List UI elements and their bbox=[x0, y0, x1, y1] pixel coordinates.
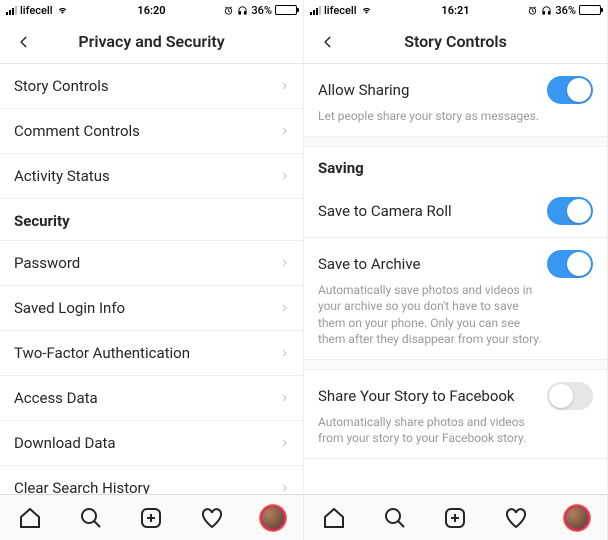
nav-home[interactable] bbox=[17, 505, 43, 531]
row-label: Activity Status bbox=[14, 167, 280, 185]
toggle-save-archive[interactable] bbox=[547, 250, 593, 278]
bottom-nav bbox=[304, 494, 607, 540]
settings-list: Allow Sharing Let people share your stor… bbox=[304, 64, 607, 494]
bottom-nav bbox=[0, 494, 303, 540]
row-subtitle: Let people share your story as messages. bbox=[318, 108, 593, 124]
chevron-right-icon bbox=[280, 481, 289, 494]
clock: 16:21 bbox=[304, 4, 607, 17]
row-label: Access Data bbox=[14, 389, 280, 407]
chevron-left-icon bbox=[321, 32, 335, 52]
row-save-archive: Save to Archive Automatically save photo… bbox=[304, 238, 607, 360]
row-allow-sharing: Allow Sharing Let people share your stor… bbox=[304, 64, 607, 137]
row-comment-controls[interactable]: Comment Controls bbox=[0, 109, 303, 154]
nav-add[interactable] bbox=[138, 505, 164, 531]
section-gap bbox=[304, 360, 607, 370]
battery-icon bbox=[275, 5, 297, 15]
nav-profile[interactable] bbox=[260, 505, 286, 531]
home-icon bbox=[18, 506, 42, 530]
row-label: Saved Login Info bbox=[14, 299, 280, 317]
screen-story-controls: lifecell 16:21 36% Story Controls Allow … bbox=[304, 0, 608, 540]
chevron-left-icon bbox=[17, 32, 31, 52]
row-saved-login[interactable]: Saved Login Info bbox=[0, 286, 303, 331]
clock: 16:20 bbox=[0, 4, 303, 17]
search-icon bbox=[383, 506, 407, 530]
row-subtitle: Automatically save photos and videos in … bbox=[318, 282, 593, 347]
row-label: Two-Factor Authentication bbox=[14, 344, 280, 362]
search-icon bbox=[79, 506, 103, 530]
toggle-save-camera[interactable] bbox=[547, 197, 593, 225]
row-title: Save to Archive bbox=[318, 255, 420, 273]
nav-home[interactable] bbox=[321, 505, 347, 531]
back-button[interactable] bbox=[8, 20, 40, 63]
chevron-right-icon bbox=[280, 346, 289, 360]
home-icon bbox=[322, 506, 346, 530]
plus-square-icon bbox=[443, 506, 467, 530]
header: Story Controls bbox=[304, 20, 607, 64]
row-subtitle: Automatically share photos and videos fr… bbox=[318, 414, 593, 446]
status-bar: lifecell 16:20 36% bbox=[0, 0, 303, 20]
nav-activity[interactable] bbox=[503, 505, 529, 531]
row-title: Allow Sharing bbox=[318, 81, 409, 99]
chevron-right-icon bbox=[280, 124, 289, 138]
nav-search[interactable] bbox=[382, 505, 408, 531]
row-clear-search[interactable]: Clear Search History bbox=[0, 466, 303, 494]
chevron-right-icon bbox=[280, 436, 289, 450]
chevron-right-icon bbox=[280, 256, 289, 270]
settings-list: Story Controls Comment Controls Activity… bbox=[0, 64, 303, 494]
row-download-data[interactable]: Download Data bbox=[0, 421, 303, 466]
row-label: Download Data bbox=[14, 434, 280, 452]
avatar bbox=[260, 505, 286, 531]
back-button[interactable] bbox=[312, 20, 344, 63]
screen-privacy: lifecell 16:20 36% Privacy and Security … bbox=[0, 0, 304, 540]
toggle-allow-sharing[interactable] bbox=[547, 76, 593, 104]
row-label: Clear Search History bbox=[14, 479, 280, 494]
chevron-right-icon bbox=[280, 301, 289, 315]
header: Privacy and Security bbox=[0, 20, 303, 64]
status-bar: lifecell 16:21 36% bbox=[304, 0, 607, 20]
row-password[interactable]: Password bbox=[0, 241, 303, 286]
row-title: Save to Camera Roll bbox=[318, 202, 452, 220]
heart-icon bbox=[200, 506, 224, 530]
section-saving: Saving bbox=[304, 147, 607, 185]
row-label: Comment Controls bbox=[14, 122, 280, 140]
row-share-facebook: Share Your Story to Facebook Automatical… bbox=[304, 370, 607, 459]
section-gap bbox=[304, 137, 607, 147]
row-title: Share Your Story to Facebook bbox=[318, 387, 515, 405]
row-two-factor[interactable]: Two-Factor Authentication bbox=[0, 331, 303, 376]
chevron-right-icon bbox=[280, 169, 289, 183]
row-access-data[interactable]: Access Data bbox=[0, 376, 303, 421]
row-story-controls[interactable]: Story Controls bbox=[0, 64, 303, 109]
nav-add[interactable] bbox=[442, 505, 468, 531]
chevron-right-icon bbox=[280, 79, 289, 93]
battery-icon bbox=[579, 5, 601, 15]
row-label: Story Controls bbox=[14, 77, 280, 95]
row-activity-status[interactable]: Activity Status bbox=[0, 154, 303, 199]
page-title: Story Controls bbox=[404, 32, 507, 51]
nav-search[interactable] bbox=[78, 505, 104, 531]
page-title: Privacy and Security bbox=[78, 32, 224, 51]
chevron-right-icon bbox=[280, 391, 289, 405]
nav-profile[interactable] bbox=[564, 505, 590, 531]
toggle-share-facebook[interactable] bbox=[547, 382, 593, 410]
plus-square-icon bbox=[139, 506, 163, 530]
row-save-camera-roll: Save to Camera Roll bbox=[304, 185, 607, 238]
avatar bbox=[564, 505, 590, 531]
nav-activity[interactable] bbox=[199, 505, 225, 531]
section-security: Security bbox=[0, 199, 303, 241]
heart-icon bbox=[504, 506, 528, 530]
row-label: Password bbox=[14, 254, 280, 272]
